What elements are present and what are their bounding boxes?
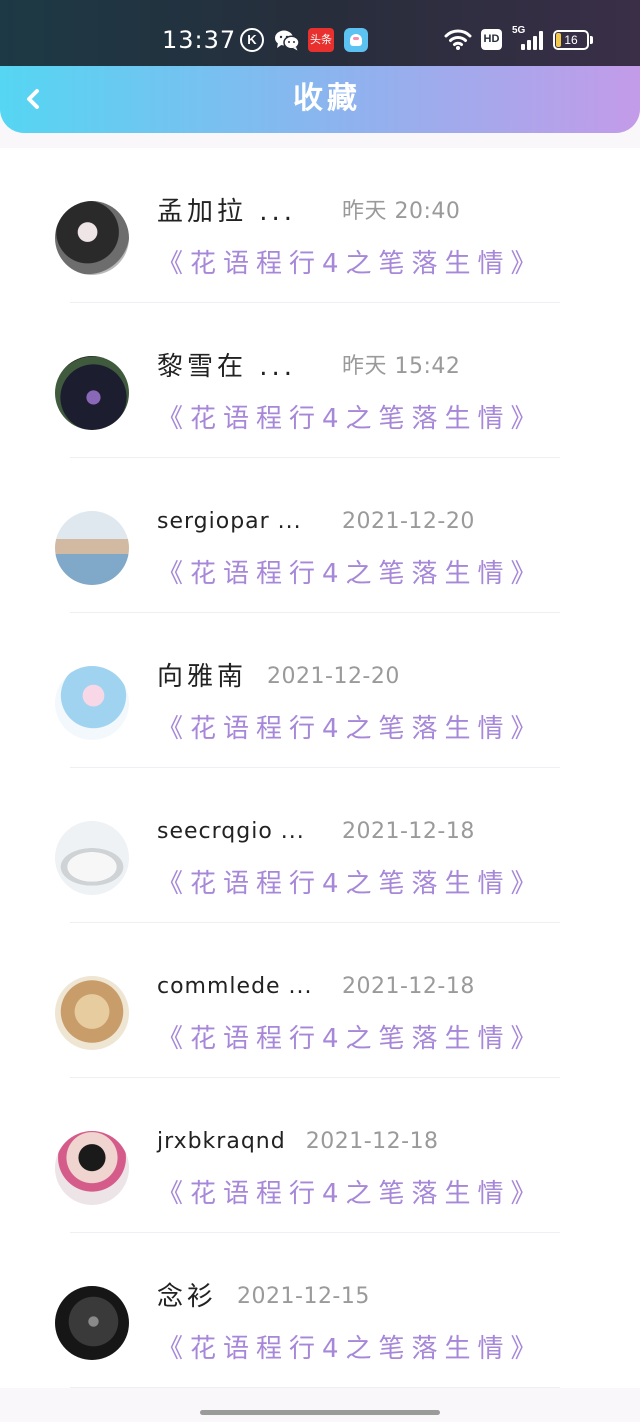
status-time: 13:37 (162, 26, 237, 54)
k-app-icon: K (240, 28, 264, 52)
favorite-time: 2021-12-15 (237, 1284, 370, 1309)
item-header: seecrqgio ... 2021-12-18 (157, 810, 475, 854)
avatar[interactable] (55, 1286, 129, 1360)
list-item[interactable]: 黎雪在 ... 昨天 15:42 《花语程行4之笔落生情》 (0, 303, 640, 458)
avatar[interactable] (55, 356, 129, 430)
page-title: 收藏 (293, 81, 361, 116)
favorite-time: 2021-12-20 (342, 509, 475, 534)
work-title[interactable]: 《花语程行4之笔落生情》 (157, 242, 544, 286)
list-item[interactable]: 向雅南 2021-12-20 《花语程行4之笔落生情》 (0, 613, 640, 768)
wifi-icon (444, 29, 472, 50)
user-name: 念衫 (157, 1282, 218, 1312)
avatar[interactable] (55, 666, 129, 740)
list-item[interactable]: commlede ... 2021-12-18 《花语程行4之笔落生情》 (0, 923, 640, 1078)
user-name: jrxbkraqnd (157, 1129, 286, 1154)
avatar[interactable] (55, 821, 129, 895)
user-name: 黎雪在 ... (157, 352, 297, 382)
list-item[interactable]: sergiopar ... 2021-12-20 《花语程行4之笔落生情》 (0, 458, 640, 613)
header-bar: 收藏 (0, 66, 640, 133)
user-name: 向雅南 (157, 662, 248, 692)
work-title[interactable]: 《花语程行4之笔落生情》 (157, 1327, 544, 1371)
hd-icon: HD (481, 29, 502, 50)
favorite-time: 2021-12-18 (342, 974, 475, 999)
battery-nub (590, 36, 593, 44)
item-header: 孟加拉 ... 昨天 20:40 (157, 190, 460, 234)
user-name: seecrqgio ... (157, 819, 305, 844)
item-header: sergiopar ... 2021-12-20 (157, 500, 475, 544)
item-header: commlede ... 2021-12-18 (157, 965, 475, 1009)
work-title[interactable]: 《花语程行4之笔落生情》 (157, 1172, 544, 1216)
item-header: jrxbkraqnd 2021-12-18 (157, 1120, 439, 1164)
favorite-time: 昨天 15:42 (342, 354, 461, 379)
item-header: 向雅南 2021-12-20 (157, 655, 400, 699)
favorite-time: 2021-12-18 (342, 819, 475, 844)
user-name: 孟加拉 ... (157, 197, 297, 227)
avatar[interactable] (55, 976, 129, 1050)
signal-icon (521, 30, 543, 50)
avatar[interactable] (55, 201, 129, 275)
avatar[interactable] (55, 1131, 129, 1205)
work-title[interactable]: 《花语程行4之笔落生情》 (157, 862, 544, 906)
avatar[interactable] (55, 511, 129, 585)
divider (70, 1387, 560, 1388)
item-header: 黎雪在 ... 昨天 15:42 (157, 345, 460, 389)
list-item[interactable]: jrxbkraqnd 2021-12-18 《花语程行4之笔落生情》 (0, 1078, 640, 1233)
wechat-icon (275, 30, 300, 51)
user-name: sergiopar ... (157, 509, 302, 534)
work-title[interactable]: 《花语程行4之笔落生情》 (157, 707, 544, 751)
favorite-time: 2021-12-18 (305, 1129, 439, 1154)
list-item[interactable]: seecrqgio ... 2021-12-18 《花语程行4之笔落生情》 (0, 768, 640, 923)
favorite-time: 2021-12-20 (267, 664, 400, 689)
app-icon (344, 28, 368, 52)
status-bar: 13:37 K 头条 HD 5G 16 (0, 0, 640, 66)
favorites-list: 孟加拉 ... 昨天 20:40 《花语程行4之笔落生情》 黎雪在 ... 昨天 1… (0, 148, 640, 1388)
work-title[interactable]: 《花语程行4之笔落生情》 (157, 397, 544, 441)
list-item[interactable]: 念衫 2021-12-15 《花语程行4之笔落生情》 (0, 1233, 640, 1388)
home-indicator[interactable] (200, 1410, 440, 1415)
work-title[interactable]: 《花语程行4之笔落生情》 (157, 552, 544, 596)
user-name: commlede ... (157, 974, 313, 999)
battery-icon: 16 (553, 30, 589, 50)
toutiao-icon: 头条 (308, 28, 334, 52)
favorite-time: 昨天 20:40 (342, 199, 461, 224)
battery-level: 16 (564, 33, 578, 47)
list-item[interactable]: 孟加拉 ... 昨天 20:40 《花语程行4之笔落生情》 (0, 148, 640, 303)
item-header: 念衫 2021-12-15 (157, 1275, 370, 1319)
work-title[interactable]: 《花语程行4之笔落生情》 (157, 1017, 544, 1061)
